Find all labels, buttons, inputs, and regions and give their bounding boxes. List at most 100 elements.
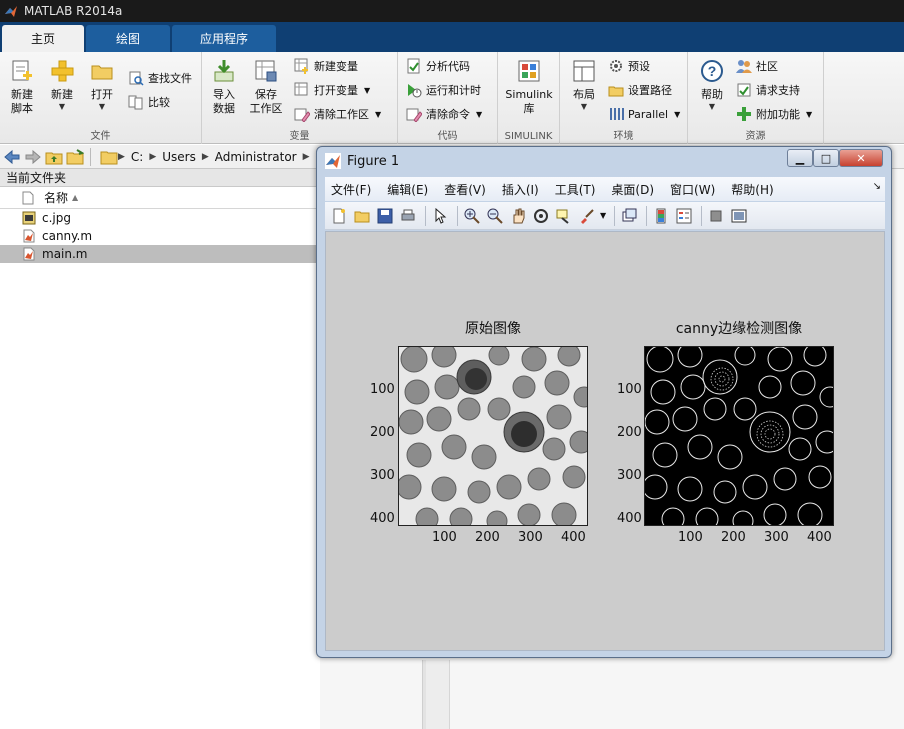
edit-plot-button[interactable] [430, 206, 450, 226]
forward-arrow-icon[interactable] [24, 148, 42, 166]
folder-open-icon [91, 65, 113, 80]
set-path-button[interactable]: 设置路径 [608, 80, 672, 100]
dock-arrow-icon[interactable]: ↘ [873, 181, 881, 192]
show-tools-icon [731, 209, 747, 222]
community-button[interactable]: 社区 [736, 56, 778, 76]
figure-window: Figure 1 ▁ □ ✕ 文件(F) 编辑(E) 查看(V) 插入(I) 工… [316, 146, 892, 658]
open-file-button[interactable] [352, 206, 372, 226]
menu-file[interactable]: 文件(F) [331, 181, 371, 198]
axes-1-xtick: 100 [432, 530, 457, 545]
insert-legend-button[interactable] [674, 206, 694, 226]
layout-button[interactable]: 布局 ▼ [564, 58, 604, 112]
tab-apps[interactable]: 应用程序 [172, 25, 276, 52]
minimize-icon: ▁ [795, 151, 805, 165]
close-button[interactable]: ✕ [839, 149, 883, 167]
browse-folder-icon[interactable] [66, 148, 84, 166]
code-group-label: 代码 [437, 131, 458, 142]
file-name: main.m [42, 247, 88, 261]
axes-1-ytick: 400 [370, 511, 395, 526]
compare-button[interactable]: 比较 [128, 92, 170, 112]
import-data-button[interactable]: 导入 数据 [204, 58, 244, 116]
pointer-icon [435, 207, 447, 224]
new-script-button[interactable]: 新建 脚本 [2, 58, 42, 116]
sort-ascending-icon: ▲ [72, 193, 79, 202]
simulink-library-button[interactable]: Simulink 库 [504, 58, 554, 116]
clear-workspace-button[interactable]: 清除工作区 ▼ [294, 104, 381, 124]
hide-plot-tools-button[interactable] [706, 206, 726, 226]
breadcrumb-drive[interactable]: C: [131, 150, 143, 164]
menu-window[interactable]: 窗口(W) [670, 181, 715, 198]
up-folder-icon[interactable] [45, 148, 63, 166]
file-row-canny-m[interactable]: canny.m [0, 227, 320, 245]
menu-insert[interactable]: 插入(I) [502, 181, 539, 198]
figure-toolbar: ▼ [325, 202, 885, 230]
data-cursor-button[interactable] [554, 206, 574, 226]
new-button[interactable]: 新建 ▼ [42, 58, 82, 112]
open-button[interactable]: 打开 ▼ [82, 58, 122, 112]
axes-1-xtick: 300 [518, 530, 543, 545]
zoom-in-button[interactable] [462, 206, 482, 226]
chevron-down-icon: ▼ [708, 102, 716, 111]
new-variable-icon [294, 58, 308, 74]
file-name: canny.m [42, 229, 93, 243]
run-and-time-button[interactable]: 运行和计时 [406, 80, 481, 100]
parallel-button[interactable]: Parallel ▼ [608, 104, 680, 124]
menu-view[interactable]: 查看(V) [444, 181, 486, 198]
m-file-icon [23, 229, 35, 243]
breadcrumb-administrator[interactable]: Administrator [215, 150, 297, 164]
file-row-main-m[interactable]: main.m [0, 245, 320, 263]
help-button[interactable]: ? 帮助 ▼ [692, 58, 732, 112]
print-figure-button[interactable] [398, 206, 418, 226]
clear-commands-label: 清除命令 [426, 108, 470, 121]
svg-text:?: ? [708, 63, 717, 79]
new-variable-label: 新建变量 [314, 60, 358, 73]
original-image [398, 346, 588, 526]
new-figure-button[interactable] [329, 206, 349, 226]
preferences-button[interactable]: 预设 [608, 56, 650, 76]
menu-edit[interactable]: 编辑(E) [387, 181, 428, 198]
new-variable-button[interactable]: 新建变量 [294, 56, 358, 76]
menu-tools[interactable]: 工具(T) [555, 181, 596, 198]
find-files-label: 查找文件 [148, 72, 192, 85]
analyze-code-button[interactable]: 分析代码 [406, 56, 470, 76]
request-support-button[interactable]: 请求支持 [736, 80, 800, 100]
path-separator-icon: ▶ [118, 151, 125, 162]
pan-button[interactable] [508, 206, 528, 226]
save-figure-button[interactable] [375, 206, 395, 226]
minimize-button[interactable]: ▁ [787, 149, 813, 167]
open-variable-button[interactable]: 打开变量 ▼ [294, 80, 370, 100]
resources-group-label: 资源 [745, 131, 766, 142]
zoom-out-button[interactable] [485, 206, 505, 226]
axes-2-ytick: 100 [617, 382, 642, 397]
tab-home[interactable]: 主页 [2, 25, 84, 52]
back-arrow-icon[interactable] [3, 148, 21, 166]
toolbar-separator [425, 205, 426, 226]
add-ons-button[interactable]: 附加功能 ▼ [736, 104, 812, 124]
clear-commands-button[interactable]: 清除命令 ▼ [406, 104, 482, 124]
zoom-in-icon [464, 208, 480, 224]
chevron-down-icon: ▼ [476, 109, 483, 119]
show-plot-tools-button[interactable] [729, 206, 749, 226]
link-plot-button[interactable] [619, 206, 639, 226]
name-column-header[interactable]: 名称 ▲ [0, 187, 320, 209]
variable-group: 导入 数据 保存 工作区 新建变量 打开变量 ▼ 清除工作区 ▼ 变量 [202, 52, 398, 144]
insert-colorbar-button[interactable] [651, 206, 671, 226]
breadcrumb-users[interactable]: Users [162, 150, 196, 164]
brush-button[interactable] [577, 206, 597, 226]
maximize-button[interactable]: □ [813, 149, 839, 167]
rotate-3d-button[interactable] [531, 206, 551, 226]
zoom-out-icon [487, 208, 503, 224]
save-workspace-button[interactable]: 保存 工作区 [246, 58, 286, 116]
menu-desktop[interactable]: 桌面(D) [611, 181, 654, 198]
blood-cell-image [399, 347, 587, 525]
divider [90, 147, 91, 166]
find-files-icon [129, 71, 144, 86]
find-files-button[interactable]: 查找文件 [128, 68, 192, 88]
toolbar-separator [646, 205, 648, 226]
toolbar-separator [457, 205, 458, 226]
file-icon [22, 191, 34, 205]
tab-plots[interactable]: 绘图 [86, 25, 170, 52]
file-row-c-jpg[interactable]: c.jpg [0, 209, 320, 227]
menu-help[interactable]: 帮助(H) [731, 181, 773, 198]
chevron-down-icon[interactable]: ▼ [600, 211, 606, 220]
